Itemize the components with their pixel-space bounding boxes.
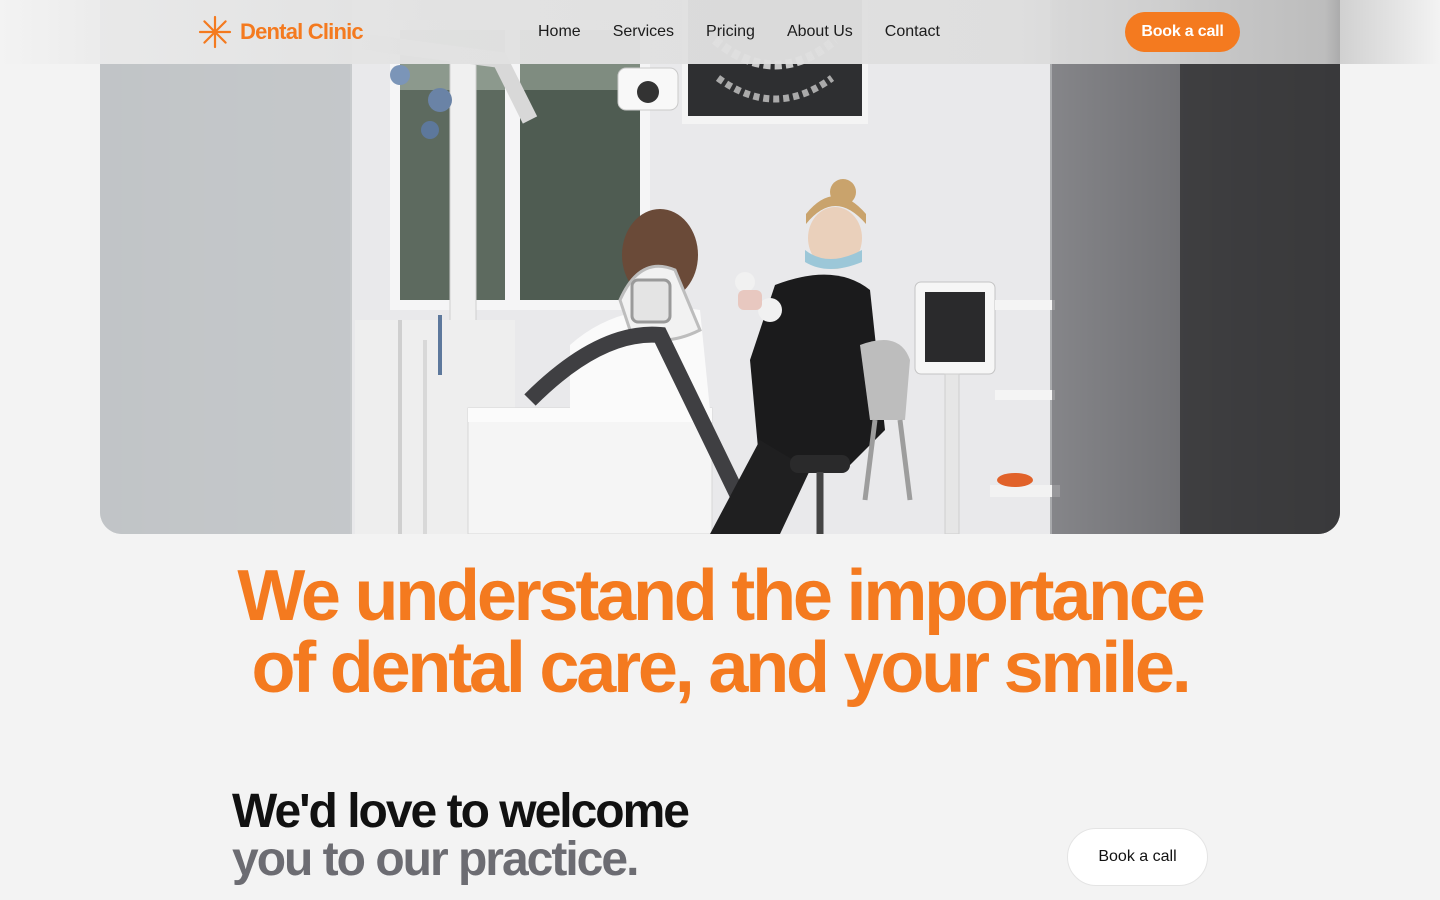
top-navbar: Dental Clinic Home Services Pricing Abou… <box>0 0 1440 64</box>
nav-link-contact[interactable]: Contact <box>885 20 940 44</box>
nav-link-about-us[interactable]: About Us <box>787 20 853 44</box>
dental-office-illustration <box>100 0 1340 534</box>
hero-headline: We understand the importance of dental c… <box>0 560 1440 704</box>
page: Dental Clinic Home Services Pricing Abou… <box>0 0 1440 900</box>
main-nav: Home Services Pricing About Us Contact <box>538 20 940 44</box>
welcome-heading: We'd love to welcome you to our practice… <box>232 785 690 886</box>
brand-logo[interactable]: Dental Clinic <box>198 14 364 50</box>
nav-link-home[interactable]: Home <box>538 20 581 44</box>
nav-link-services[interactable]: Services <box>613 20 674 44</box>
book-a-call-button-header[interactable]: Book a call <box>1125 12 1240 52</box>
nav-link-pricing[interactable]: Pricing <box>706 20 755 44</box>
hero-headline-line-2: of dental care, and your smile. <box>251 628 1191 708</box>
hero-headline-line-1: We understand the importance <box>237 556 1205 636</box>
book-a-call-button-welcome[interactable]: Book a call <box>1067 828 1208 886</box>
hero-image <box>100 0 1340 534</box>
welcome-heading-line-2: you to our practice. <box>232 833 639 886</box>
sparkle-asterisk-icon <box>198 15 232 49</box>
brand-name: Dental Clinic <box>240 19 364 44</box>
welcome-heading-line-1: We'd love to welcome <box>232 785 690 838</box>
